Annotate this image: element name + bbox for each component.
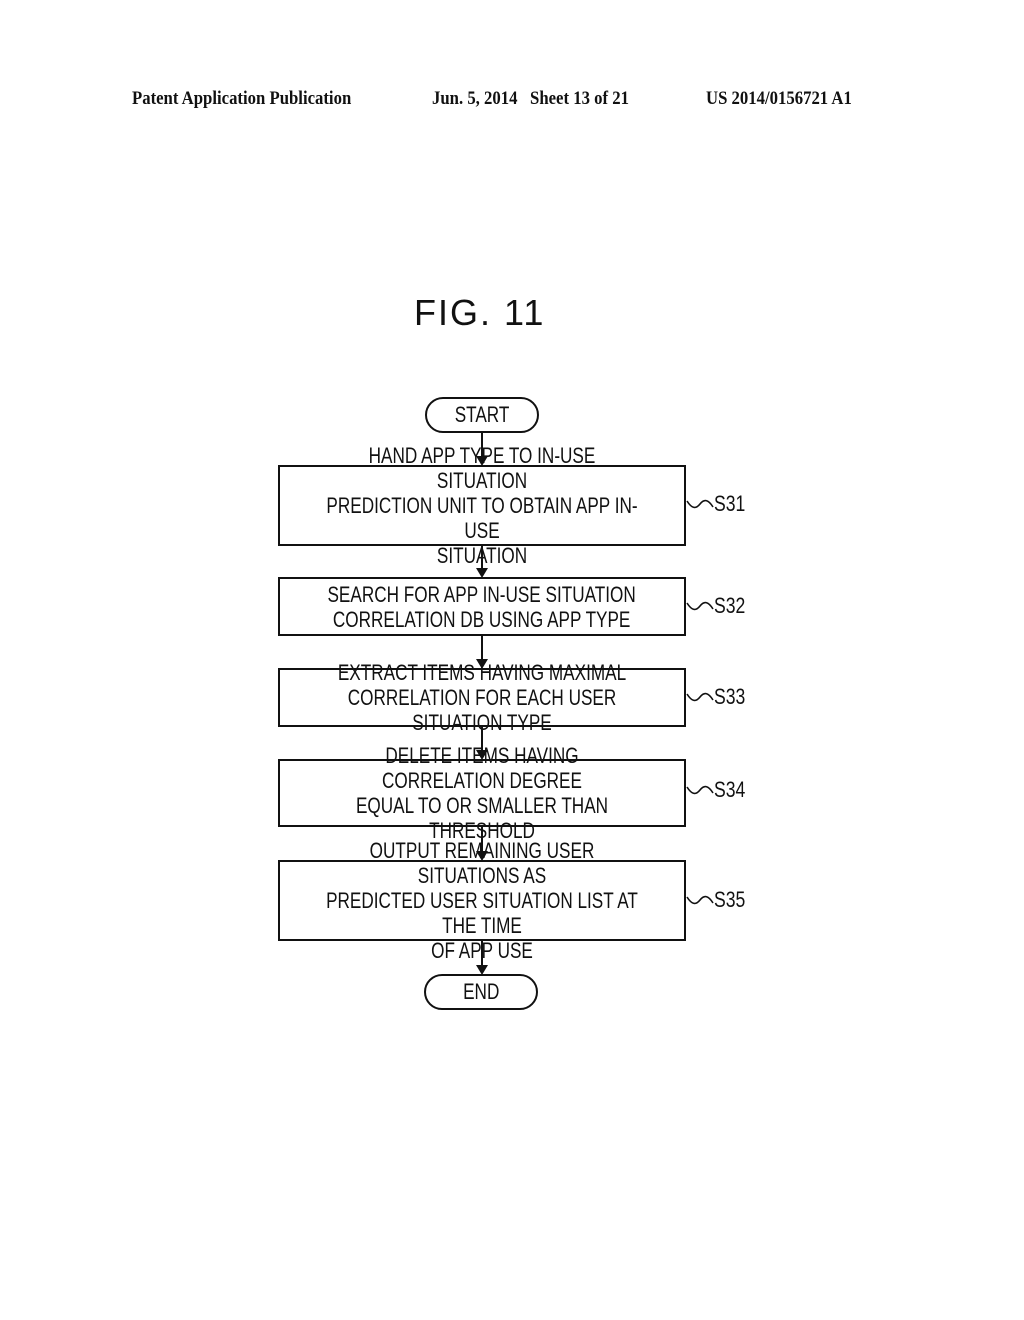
connector-line (481, 636, 483, 660)
leader-tilde-icon (686, 692, 714, 702)
process-box-s35: OUTPUT REMAINING USER SITUATIONS AS PRED… (278, 838, 686, 963)
connector-line (481, 546, 483, 569)
leader-tilde-icon (686, 895, 714, 905)
process-box-s34: DELETE ITEMS HAVING CORRELATION DEGREE E… (278, 743, 686, 843)
connector-line (481, 941, 483, 966)
leader-tilde-icon (686, 499, 714, 509)
start-label: START (454, 402, 510, 427)
publication-type: Patent Application Publication (132, 88, 352, 109)
process-box-s32: SEARCH FOR APP IN-USE SITUATION CORRELAT… (278, 577, 686, 636)
figure-title: FIG. 11 (414, 292, 546, 333)
process-box-s31: HAND APP TYPE TO IN-USE SITUATION PREDIC… (278, 443, 686, 568)
publication-number: US 2014/0156721 A1 (706, 88, 852, 109)
process-text-s33: EXTRACT ITEMS HAVING MAXIMAL CORRELATION… (337, 660, 627, 735)
step-label-s35: S35 (686, 886, 753, 914)
step-label-s31: S31 (686, 490, 753, 518)
start-terminal: START (425, 397, 539, 433)
step-label-s32: S32 (686, 592, 753, 620)
end-terminal: END (424, 974, 538, 1010)
end-label: END (462, 979, 500, 1004)
leader-tilde-icon (686, 785, 714, 795)
publication-date-sheet: Jun. 5, 2014 Sheet 13 of 21 (432, 88, 629, 109)
process-box-s33: EXTRACT ITEMS HAVING MAXIMAL CORRELATION… (278, 660, 686, 735)
step-label-s33: S33 (686, 683, 753, 711)
leader-tilde-icon (686, 601, 714, 611)
step-label-s34: S34 (686, 776, 753, 804)
process-text-s32: SEARCH FOR APP IN-USE SITUATION CORRELAT… (327, 581, 637, 632)
